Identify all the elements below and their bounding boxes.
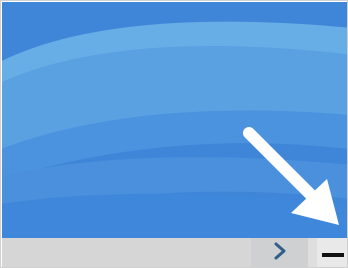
taskbar-search-area[interactable] [2,238,249,267]
taskbar [2,238,347,267]
taskbar-separator [308,238,317,267]
desktop-wallpaper [2,2,347,238]
minus-icon [321,244,344,263]
show-hidden-icons-button[interactable] [251,238,308,267]
chevron-right-icon [272,242,288,264]
screenshot-frame [0,0,348,268]
minimize-button[interactable] [317,238,347,267]
